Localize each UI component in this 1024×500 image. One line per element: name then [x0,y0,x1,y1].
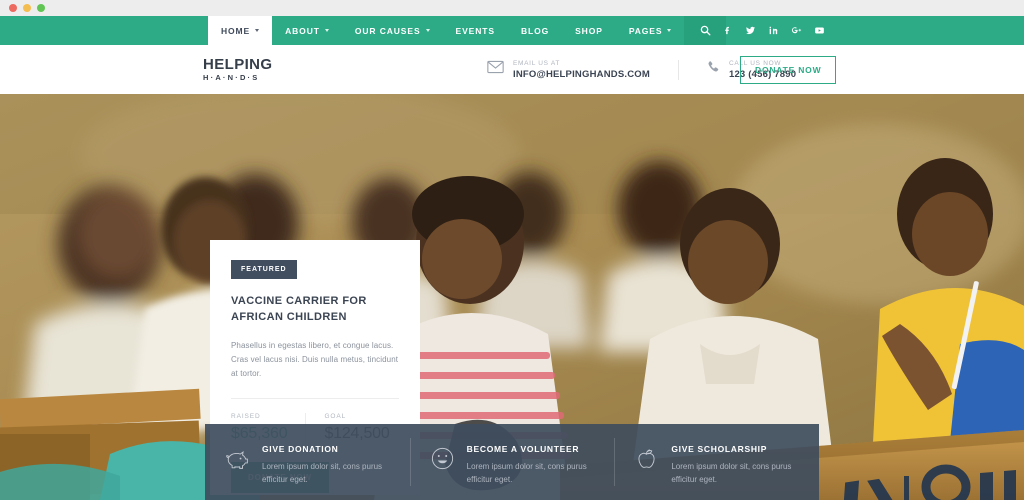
feature-become-a-volunteer-text: BECOME A VOLUNTEER Lorem ipsum dolor sit… [467,444,598,486]
youtube-icon[interactable] [814,25,825,36]
nav-label-home: HOME [221,25,251,36]
nav-label-shop: SHOP [575,25,603,36]
feature-title[interactable]: BECOME A VOLUNTEER [467,444,598,454]
logo-line-2: H·A·N·D·S [203,73,260,83]
main-navigation: HOME ABOUT OUR CAUSES EVENTS BLOG SHOP P… [0,16,1024,45]
campaign-title[interactable]: VACCINE CARRIER FOR AFRICAN CHILDREN [231,294,399,326]
header-donate-now-button[interactable]: DONATE NOW [740,55,837,84]
googleplus-icon[interactable] [791,25,802,36]
nav-item-shop[interactable]: SHOP [562,16,616,45]
feature-give-donation-text: GIVE DONATION Lorem ipsum dolor sit, con… [262,444,393,486]
phone-icon [707,60,720,79]
piggy-bank-icon [224,445,251,477]
chevron-down-icon [255,29,260,32]
nav-label-our-causes: OUR CAUSES [354,25,421,36]
search-icon [700,25,711,36]
feature-give-donation[interactable]: GIVE DONATION Lorem ipsum dolor sit, con… [205,424,410,500]
campaign-description: Phasellus in egestas libero, et congue l… [231,340,399,378]
facebook-icon[interactable] [722,25,733,36]
chevron-down-icon [324,29,329,32]
feature-description: Lorem ipsum dolor sit, cons purus effici… [466,462,587,485]
chevron-down-icon [425,29,430,32]
feature-description: Lorem ipsum dolor sit, cons purus effici… [262,462,383,485]
feature-title[interactable]: GIVE DONATION [262,444,393,454]
browser-chrome [0,0,1024,16]
feature-give-scholarship[interactable]: GIVE SCHOLARSHIP Lorem ipsum dolor sit, … [614,424,819,500]
stat-raised-label: RAISED [231,412,261,420]
nav-label-pages: PAGES [628,25,663,36]
window-close-button[interactable] [9,4,17,12]
contact-email-label: EMAIL US AT [513,59,561,67]
logo-line-1: HELPING [203,56,273,74]
nav-item-events[interactable]: EVENTS [443,16,508,45]
site-header: HELPING H·A·N·D·S EMAIL US AT INFO@HELPI… [0,45,1024,94]
search-button[interactable] [684,16,727,45]
feature-give-scholarship-text: GIVE SCHOLARSHIP Lorem ipsum dolor sit, … [671,444,802,486]
chevron-down-icon [667,29,672,32]
hero-section: FEATURED VACCINE CARRIER FOR AFRICAN CHI… [0,94,1024,500]
smiley-face-icon [429,445,456,477]
twitter-icon[interactable] [745,25,756,36]
contact-email-value: INFO@HELPINGHANDS.COM [513,68,650,80]
contact-email-text: EMAIL US AT INFO@HELPINGHANDS.COM [513,60,650,80]
nav-item-our-causes[interactable]: OUR CAUSES [342,16,443,45]
contact-email[interactable]: EMAIL US AT INFO@HELPINGHANDS.COM [487,60,650,80]
nav-label-events: EVENTS [455,25,495,36]
nav-label-about: ABOUT [285,25,320,36]
envelope-icon [487,60,504,79]
feature-title[interactable]: GIVE SCHOLARSHIP [671,444,802,454]
nav-item-about[interactable]: ABOUT [272,16,342,45]
nav-label-blog: BLOG [520,25,550,36]
nav-item-pages[interactable]: PAGES [616,16,685,45]
window-minimize-button[interactable] [23,4,31,12]
apple-icon [633,445,660,477]
feature-become-a-volunteer[interactable]: BECOME A VOLUNTEER Lorem ipsum dolor sit… [409,424,615,500]
feature-bar: GIVE DONATION Lorem ipsum dolor sit, con… [205,424,819,500]
featured-badge: FEATURED [231,260,297,279]
linkedin-icon[interactable] [768,25,779,36]
nav-item-blog[interactable]: BLOG [508,16,562,45]
social-links [722,16,825,45]
nav-item-home[interactable]: HOME [208,16,273,45]
stat-goal-label: GOAL [324,412,347,420]
feature-description: Lorem ipsum dolor sit, cons purus effici… [671,462,792,485]
window-maximize-button[interactable] [37,4,45,12]
site-logo[interactable]: HELPING H·A·N·D·S [203,57,272,82]
nav-menu: HOME ABOUT OUR CAUSES EVENTS BLOG SHOP P… [208,16,727,45]
